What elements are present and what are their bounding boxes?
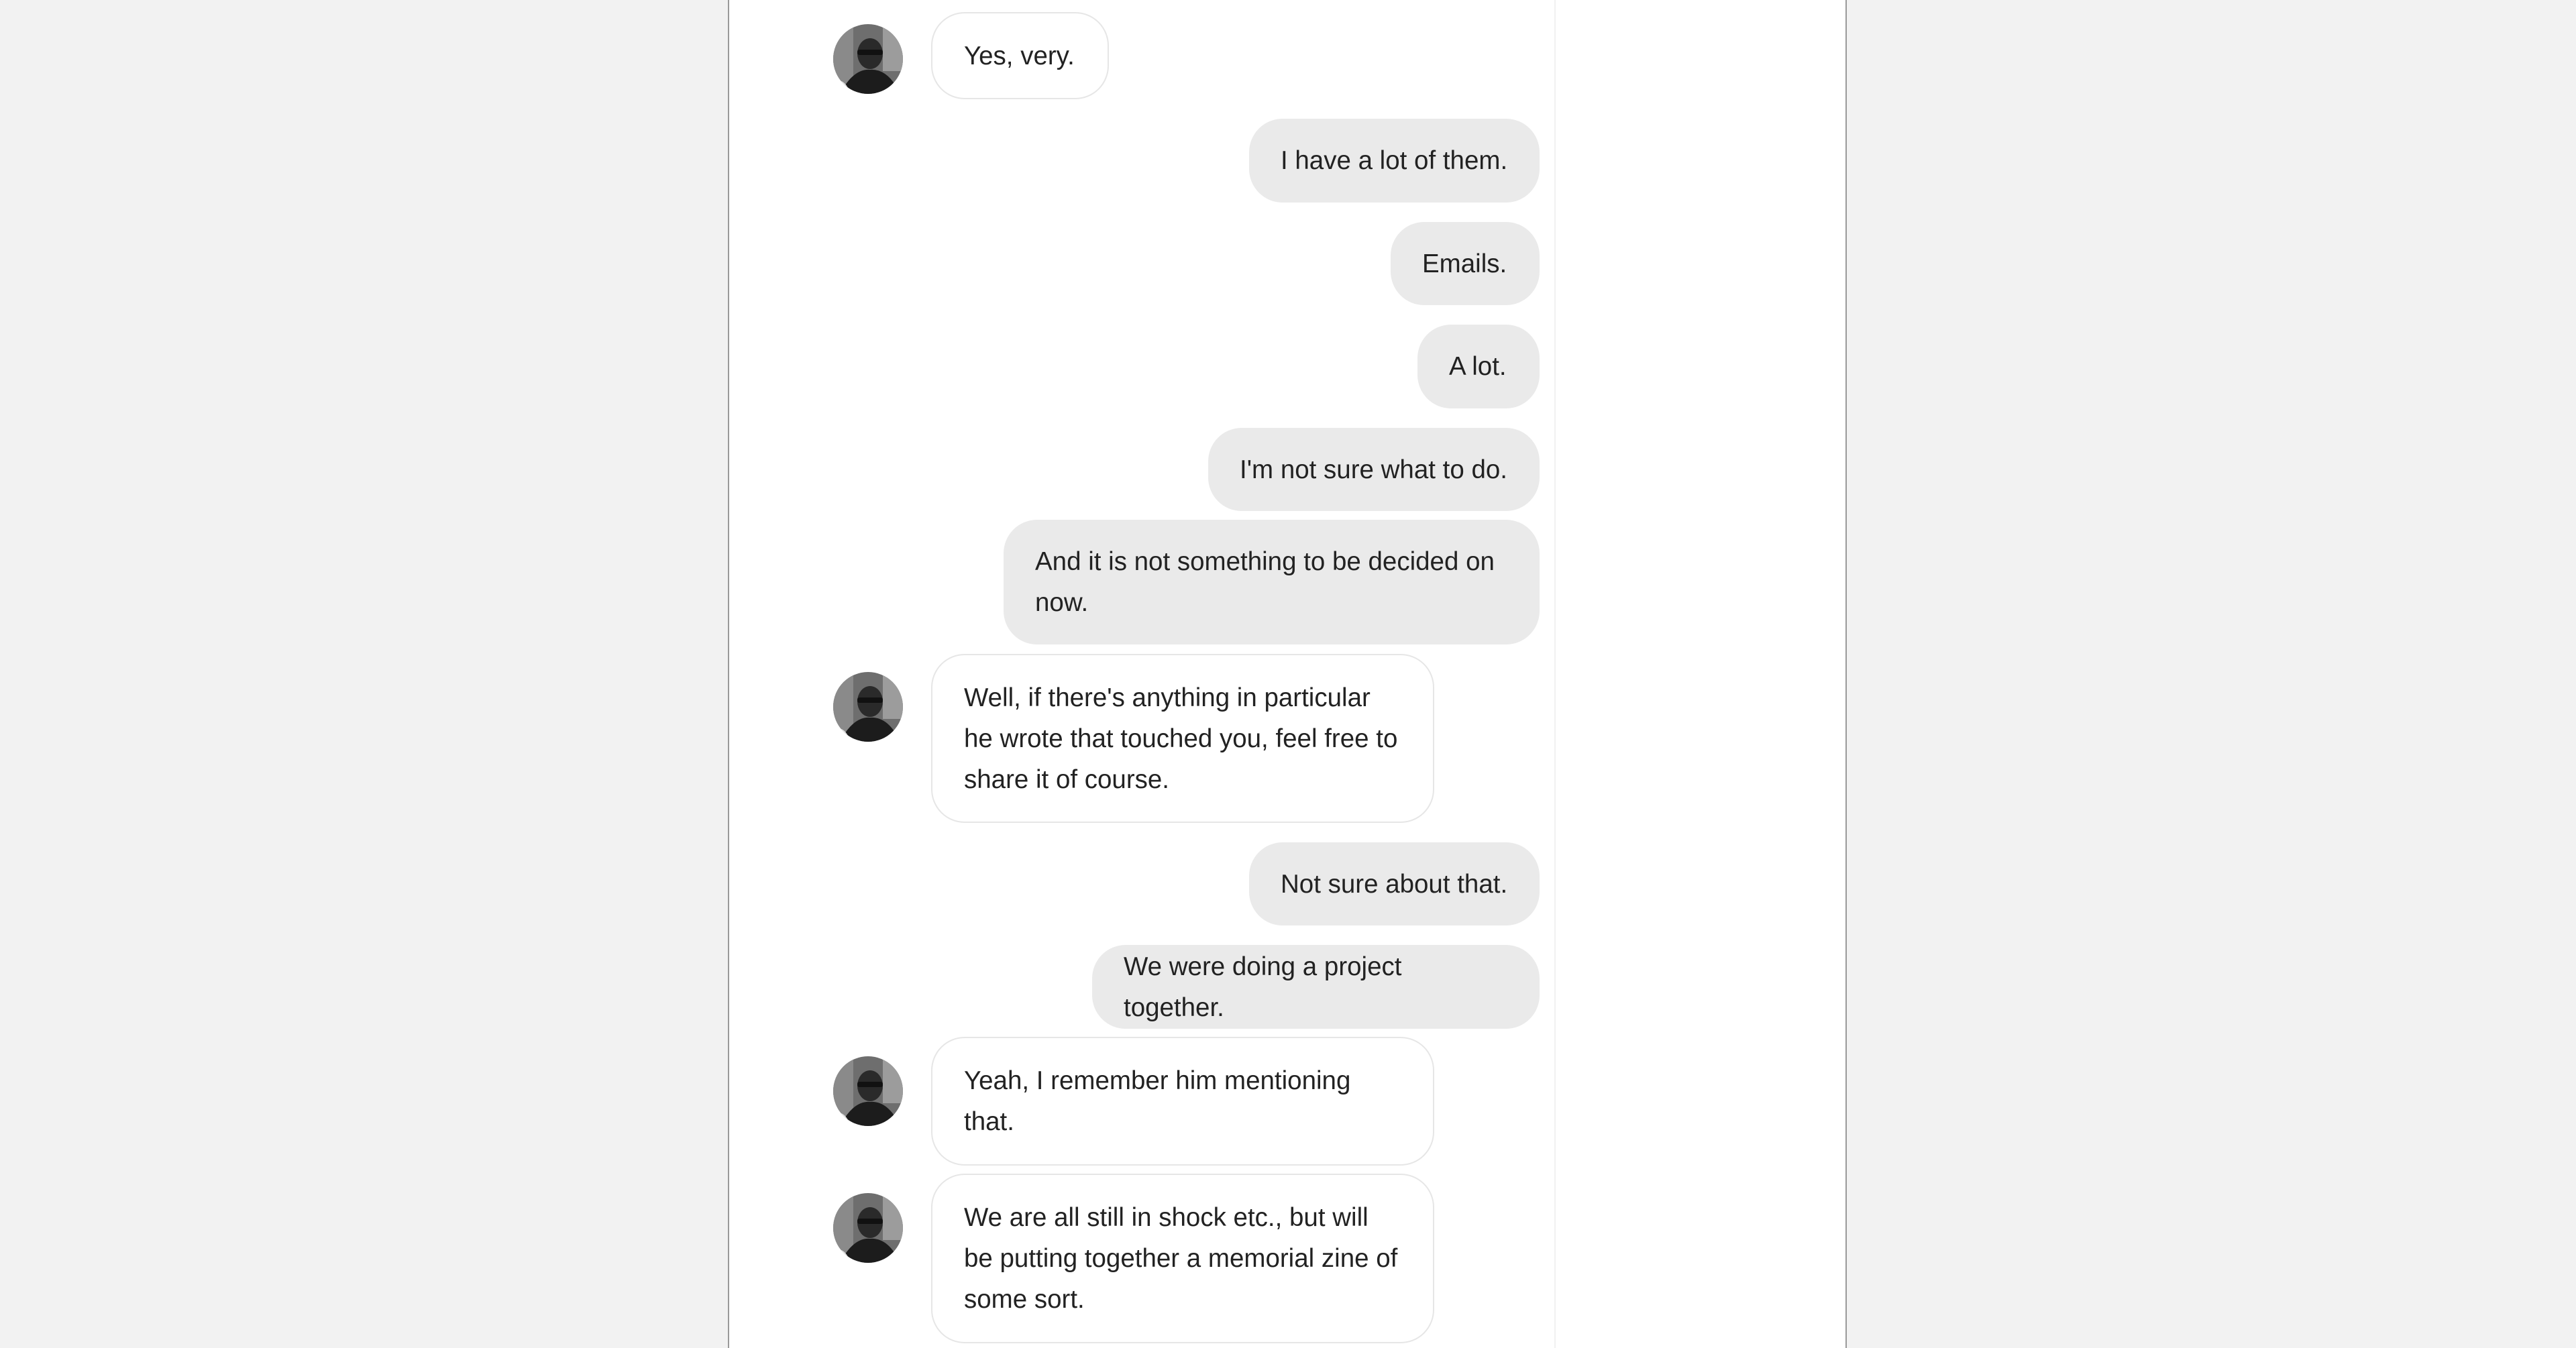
message-thread: Yes, very. I have a lot of them. Emails.… [729,0,1554,1348]
message-bubble-incoming[interactable]: Yes, very. [931,12,1109,99]
person-photo-icon [833,1056,903,1126]
contact-avatar[interactable] [833,1056,903,1126]
message-bubble-outgoing[interactable]: Emails. [1391,222,1540,305]
message-text: Well, if there's anything in particular … [964,683,1405,794]
contact-avatar[interactable] [833,24,903,94]
message-text: Not sure about that. [1281,869,1508,899]
message-bubble-outgoing[interactable]: I'm not sure what to do. [1208,428,1540,511]
message-bubble-incoming[interactable]: We are all still in shock etc., but will… [931,1174,1434,1343]
message-bubble-incoming[interactable]: Well, if there's anything in particular … [931,654,1434,823]
person-photo-icon [833,672,903,742]
message-text: I have a lot of them. [1281,146,1508,175]
message-bubble-outgoing[interactable]: And it is not something to be decided on… [1004,520,1540,644]
person-photo-icon [833,24,903,94]
message-text: Yeah, I remember him mentioning that. [964,1066,1358,1136]
chat-page: Yes, very. I have a lot of them. Emails.… [728,0,1847,1348]
message-text: We were doing a project together. [1124,952,1409,1022]
person-photo-icon [833,1193,903,1263]
message-bubble-outgoing[interactable]: Not sure about that. [1249,842,1540,925]
message-bubble-outgoing[interactable]: A lot. [1417,325,1540,408]
column-divider [1554,0,1556,1348]
message-text: We are all still in shock etc., but will… [964,1203,1405,1314]
message-text: A lot. [1449,352,1507,381]
contact-avatar[interactable] [833,672,903,742]
contact-avatar[interactable] [833,1193,903,1263]
message-text: Emails. [1422,249,1507,278]
message-text: I'm not sure what to do. [1240,455,1507,484]
message-text: And it is not something to be decided on… [1035,547,1502,617]
message-bubble-incoming[interactable]: Yeah, I remember him mentioning that. [931,1037,1434,1166]
message-text: Yes, very. [964,41,1075,70]
message-bubble-outgoing[interactable]: We were doing a project together. [1092,945,1540,1029]
message-bubble-outgoing[interactable]: I have a lot of them. [1249,119,1540,203]
